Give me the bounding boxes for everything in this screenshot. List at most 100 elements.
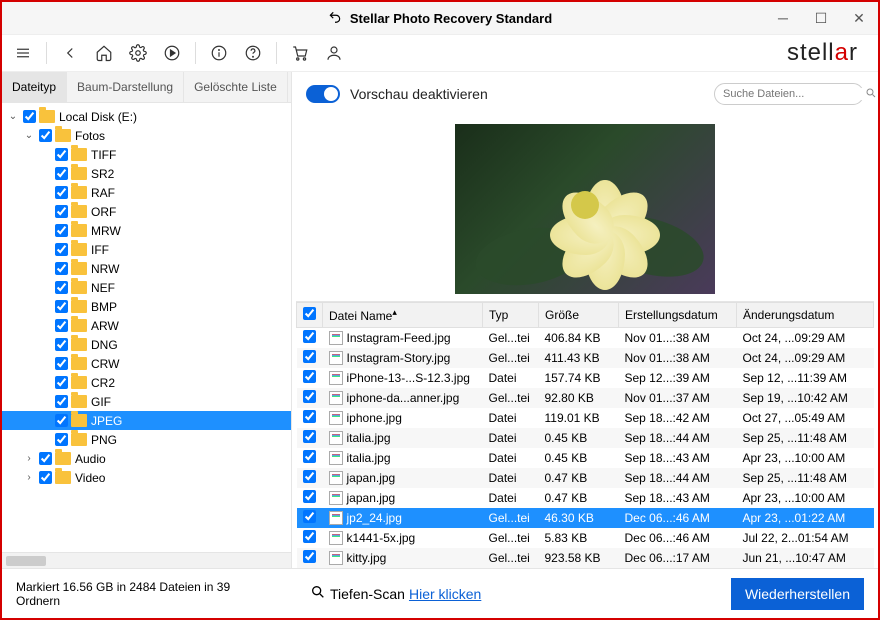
tree-checkbox[interactable]: [55, 167, 68, 180]
tree-node[interactable]: JPEG: [2, 411, 291, 430]
tree-node[interactable]: CR2: [2, 373, 291, 392]
settings-button[interactable]: [123, 38, 153, 68]
tree-node[interactable]: BMP: [2, 297, 291, 316]
file-tree[interactable]: ⌄Local Disk (E:)⌄FotosTIFFSR2RAFORFMRWIF…: [2, 103, 291, 552]
tree-node[interactable]: IFF: [2, 240, 291, 259]
tree-node[interactable]: ARW: [2, 316, 291, 335]
help-button[interactable]: [238, 38, 268, 68]
table-row[interactable]: japan.jpg Datei 0.47 KB Sep 18...:43 AM …: [297, 488, 874, 508]
table-row[interactable]: italia.jpg Datei 0.45 KB Sep 18...:43 AM…: [297, 448, 874, 468]
table-row[interactable]: japan.jpg Datei 0.47 KB Sep 18...:44 AM …: [297, 468, 874, 488]
tree-node[interactable]: TIFF: [2, 145, 291, 164]
table-row[interactable]: iPhone-13-...S-12.3.jpg Datei 157.74 KB …: [297, 368, 874, 388]
tree-checkbox[interactable]: [39, 452, 52, 465]
tab-geloeschte[interactable]: Gelöschte Liste: [184, 72, 288, 102]
user-button[interactable]: [319, 38, 349, 68]
tree-node[interactable]: ⌄Local Disk (E:): [2, 107, 291, 126]
info-button[interactable]: [204, 38, 234, 68]
tree-checkbox[interactable]: [55, 319, 68, 332]
maximize-button[interactable]: ☐: [802, 2, 840, 34]
tree-node[interactable]: DNG: [2, 335, 291, 354]
expand-icon[interactable]: ⌄: [22, 130, 36, 141]
tree-checkbox[interactable]: [55, 224, 68, 237]
table-row[interactable]: iphone-da...anner.jpg Gel...tei 92.80 KB…: [297, 388, 874, 408]
tree-checkbox[interactable]: [55, 414, 68, 427]
col-name[interactable]: Datei Name▴: [323, 303, 483, 328]
close-button[interactable]: ✕: [840, 2, 878, 34]
expand-icon[interactable]: ›: [22, 453, 36, 464]
col-modified[interactable]: Änderungsdatum: [737, 303, 874, 328]
row-checkbox[interactable]: [303, 410, 316, 423]
table-row[interactable]: italia.jpg Datei 0.45 KB Sep 18...:44 AM…: [297, 428, 874, 448]
tree-node[interactable]: CRW: [2, 354, 291, 373]
row-checkbox[interactable]: [303, 370, 316, 383]
back-button[interactable]: [55, 38, 85, 68]
tree-node[interactable]: NEF: [2, 278, 291, 297]
tree-node[interactable]: ›Video: [2, 468, 291, 487]
tree-checkbox[interactable]: [55, 338, 68, 351]
tree-node[interactable]: ORF: [2, 202, 291, 221]
row-checkbox[interactable]: [303, 390, 316, 403]
minimize-button[interactable]: ─: [764, 2, 802, 34]
search-box[interactable]: [714, 83, 864, 105]
tree-checkbox[interactable]: [55, 186, 68, 199]
tree-node[interactable]: GIF: [2, 392, 291, 411]
col-created[interactable]: Erstellungsdatum: [619, 303, 737, 328]
tab-baum[interactable]: Baum-Darstellung: [67, 72, 184, 102]
cell-created: Nov 01...:38 AM: [619, 348, 737, 368]
tree-checkbox[interactable]: [55, 262, 68, 275]
tree-node[interactable]: ›Audio: [2, 449, 291, 468]
select-all-checkbox[interactable]: [303, 307, 316, 320]
table-row[interactable]: jp2_24.jpg Gel...tei 46.30 KB Dec 06...:…: [297, 508, 874, 528]
deep-scan-link[interactable]: Hier klicken: [409, 586, 481, 602]
row-checkbox[interactable]: [303, 470, 316, 483]
tree-node[interactable]: RAF: [2, 183, 291, 202]
col-size[interactable]: Größe: [539, 303, 619, 328]
table-row[interactable]: Instagram-Feed.jpg Gel...tei 406.84 KB N…: [297, 328, 874, 349]
tree-checkbox[interactable]: [39, 471, 52, 484]
tree-node[interactable]: ⌄Fotos: [2, 126, 291, 145]
tree-checkbox[interactable]: [55, 376, 68, 389]
tree-checkbox[interactable]: [55, 205, 68, 218]
row-checkbox[interactable]: [303, 450, 316, 463]
restore-button[interactable]: Wiederherstellen: [731, 578, 864, 610]
tree-checkbox[interactable]: [39, 129, 52, 142]
cart-button[interactable]: [285, 38, 315, 68]
horizontal-scrollbar[interactable]: [2, 552, 291, 568]
row-checkbox[interactable]: [303, 430, 316, 443]
row-checkbox[interactable]: [303, 550, 316, 563]
tree-node[interactable]: NRW: [2, 259, 291, 278]
row-checkbox[interactable]: [303, 350, 316, 363]
table-row[interactable]: kitty.jpg Gel...tei 923.58 KB Dec 06...:…: [297, 548, 874, 568]
expand-icon[interactable]: ⌄: [6, 111, 20, 122]
table-row[interactable]: k1441-5x.jpg Gel...tei 5.83 KB Dec 06...…: [297, 528, 874, 548]
tree-checkbox[interactable]: [55, 243, 68, 256]
tree-node[interactable]: SR2: [2, 164, 291, 183]
tree-node[interactable]: MRW: [2, 221, 291, 240]
tree-checkbox[interactable]: [23, 110, 36, 123]
resume-button[interactable]: [157, 38, 187, 68]
tree-checkbox[interactable]: [55, 281, 68, 294]
row-checkbox[interactable]: [303, 490, 316, 503]
home-button[interactable]: [89, 38, 119, 68]
table-row[interactable]: iphone.jpg Datei 119.01 KB Sep 18...:42 …: [297, 408, 874, 428]
tree-checkbox[interactable]: [55, 148, 68, 161]
tree-checkbox[interactable]: [55, 300, 68, 313]
tree-checkbox[interactable]: [55, 357, 68, 370]
preview-toggle[interactable]: [306, 85, 340, 103]
menu-button[interactable]: [8, 38, 38, 68]
row-checkbox[interactable]: [303, 330, 316, 343]
file-table-wrap[interactable]: Datei Name▴ Typ Größe Erstellungsdatum Ä…: [296, 301, 874, 568]
tree-node[interactable]: PNG: [2, 430, 291, 449]
tree-checkbox[interactable]: [55, 433, 68, 446]
search-input[interactable]: [723, 88, 865, 100]
expand-icon[interactable]: ›: [22, 472, 36, 483]
tree-checkbox[interactable]: [55, 395, 68, 408]
row-checkbox[interactable]: [303, 530, 316, 543]
magnifier-icon: [310, 584, 326, 603]
row-checkbox[interactable]: [303, 510, 316, 523]
table-row[interactable]: Instagram-Story.jpg Gel...tei 411.43 KB …: [297, 348, 874, 368]
col-typ[interactable]: Typ: [483, 303, 539, 328]
tab-dateityp[interactable]: Dateityp: [2, 72, 67, 102]
cell-modified: Sep 25, ...11:48 AM: [737, 468, 874, 488]
